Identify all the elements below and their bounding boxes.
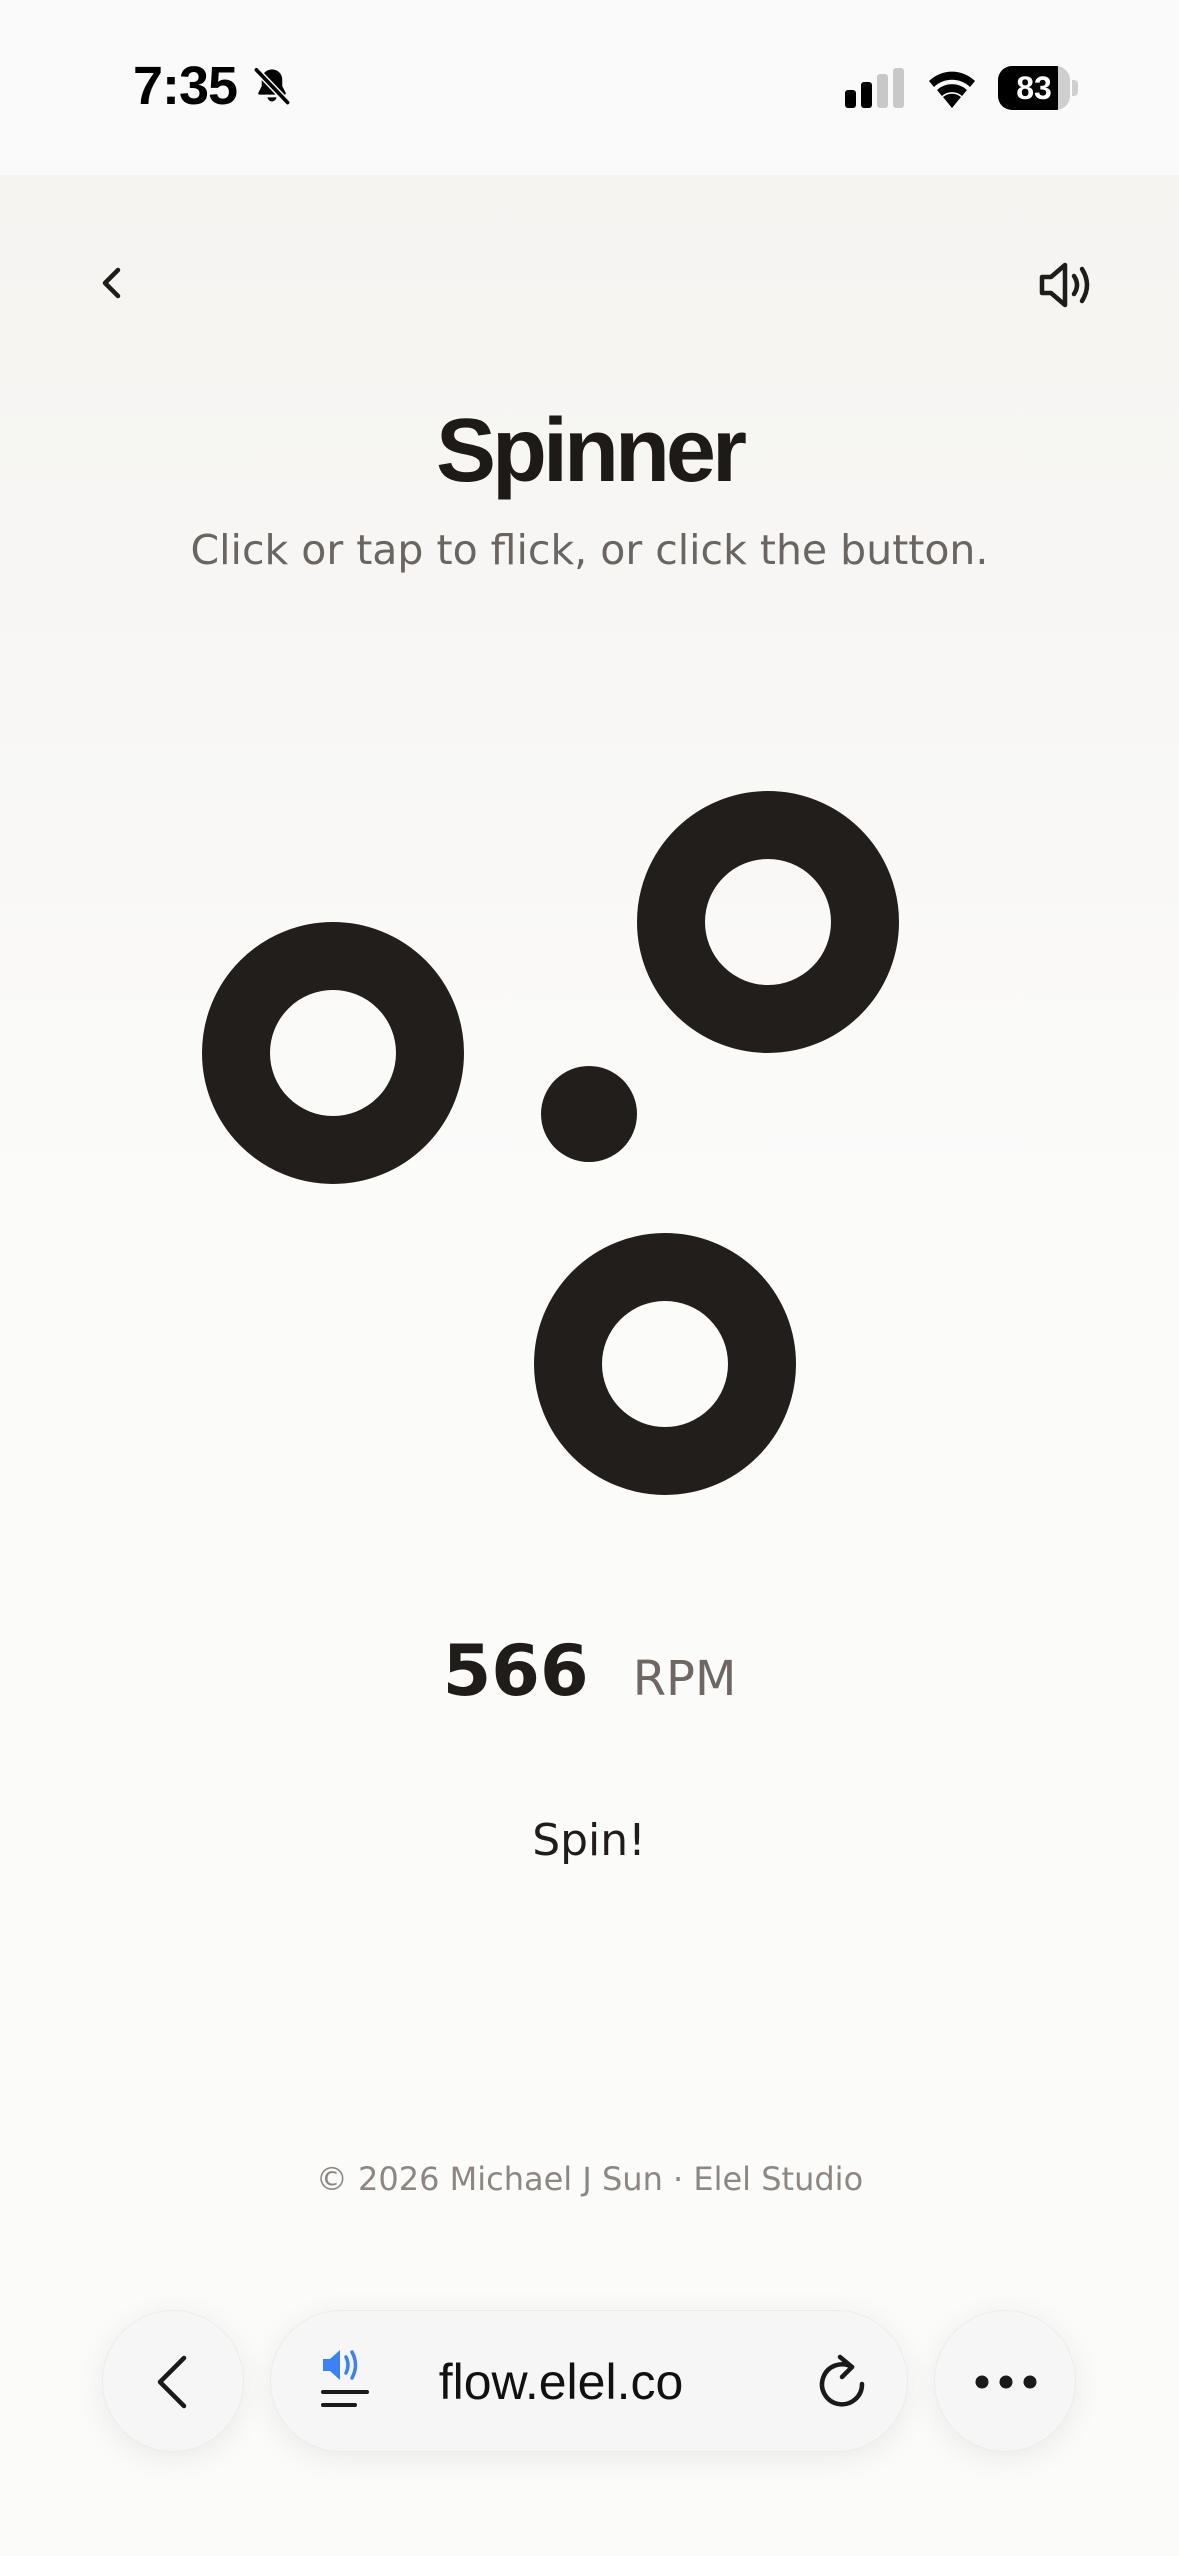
status-time: 7:35 [133, 56, 238, 116]
battery-icon: 83 [998, 66, 1078, 110]
battery-body: 83 [998, 66, 1070, 110]
page-subtitle: Click or tap to flick, or click the butt… [190, 526, 989, 574]
browser-back-icon [157, 2355, 187, 2409]
spinner-ring-bottom [534, 1233, 796, 1495]
more-options-button[interactable] [934, 2310, 1076, 2452]
rpm-unit: RPM [632, 1651, 737, 1707]
rpm-readout: 566 RPM [0, 1630, 1179, 1712]
page-title: Spinner [435, 401, 747, 501]
speaker-on-icon[interactable] [1036, 258, 1096, 312]
audio-playing-menu-icon[interactable] [319, 2345, 375, 2415]
spin-button[interactable]: Spin! [489, 1800, 689, 1880]
address-bar[interactable]: flow.elel.co [270, 2310, 908, 2452]
screen: 7:35 83 Spinner Click or tap to flick, o… [0, 0, 1179, 2556]
spinner-shapes [202, 791, 899, 1495]
cellular-signal-icon [845, 68, 904, 108]
spinner-ring-left [202, 922, 464, 1184]
fidget-spinner[interactable] [160, 760, 1020, 1520]
bell-slash-icon [253, 66, 291, 106]
chevron-left-icon[interactable] [90, 260, 136, 306]
url-text: flow.elel.co [438, 2354, 684, 2410]
rpm-value: 566 [442, 1630, 589, 1712]
browser-back-button[interactable] [102, 2310, 244, 2452]
wifi-icon [929, 71, 975, 108]
spinner-hub [541, 1066, 637, 1162]
battery-tip [1072, 80, 1078, 96]
reload-icon[interactable] [814, 2351, 870, 2411]
spinner-ring-top-right [637, 791, 899, 1053]
battery-percent: 83 [1016, 70, 1052, 106]
status-bar: 7:35 83 [0, 0, 1179, 175]
footer-copyright: © 2026 Michael J Sun · Elel Studio [315, 2160, 864, 2198]
more-icon [975, 2375, 1037, 2389]
